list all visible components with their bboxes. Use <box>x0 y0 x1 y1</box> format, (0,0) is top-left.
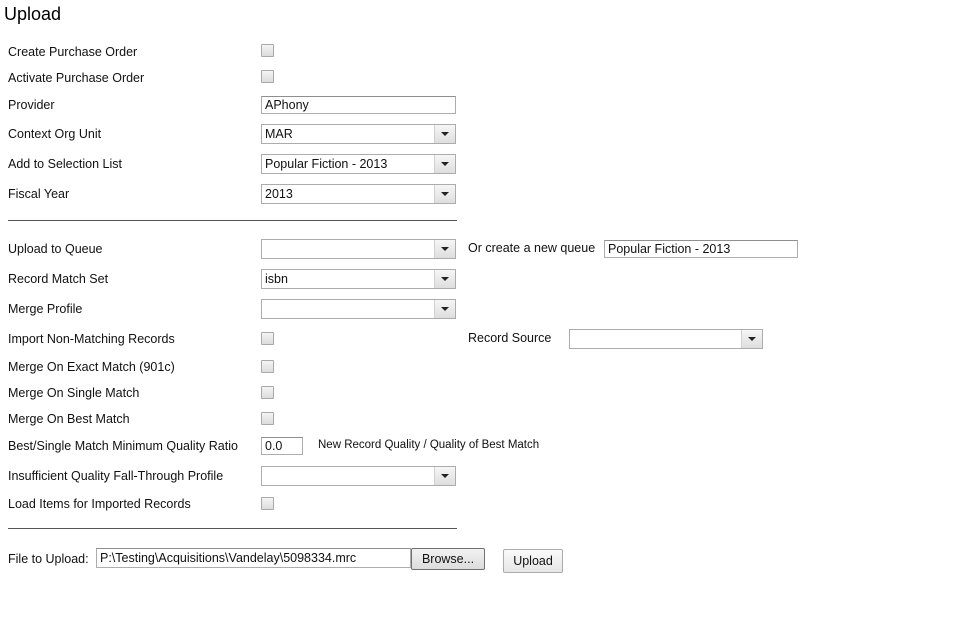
fallthrough-label: Insufficient Quality Fall-Through Profil… <box>8 469 224 483</box>
fiscal-year-label: Fiscal Year <box>8 187 70 201</box>
upload-queue-select[interactable] <box>261 239 456 259</box>
upload-button[interactable]: Upload <box>503 549 563 573</box>
match-set-label: Record Match Set <box>8 272 109 286</box>
new-queue-input[interactable]: Popular Fiction - 2013 <box>604 240 798 258</box>
context-org-label: Context Org Unit <box>8 127 102 141</box>
chevron-down-icon[interactable] <box>434 240 455 258</box>
merge-exact-checkbox[interactable] <box>261 360 274 373</box>
chevron-down-icon[interactable] <box>741 330 762 348</box>
merge-single-label: Merge On Single Match <box>8 386 140 400</box>
chevron-down-icon[interactable] <box>434 185 455 203</box>
merge-best-checkbox[interactable] <box>261 412 274 425</box>
create-po-checkbox[interactable] <box>261 44 274 57</box>
browse-button[interactable]: Browse... <box>411 548 485 570</box>
record-source-select[interactable] <box>569 329 763 349</box>
import-non-matching-label: Import Non-Matching Records <box>8 332 175 346</box>
load-items-label: Load Items for Imported Records <box>8 497 191 511</box>
context-org-select[interactable]: MAR <box>261 124 456 144</box>
quality-ratio-input[interactable]: 0.0 <box>261 437 303 455</box>
activate-po-checkbox[interactable] <box>261 70 274 83</box>
page-title: Upload <box>4 4 62 24</box>
file-upload-label: File to Upload: <box>8 552 89 566</box>
record-source-label: Record Source <box>468 331 552 345</box>
match-set-value: isbn <box>265 272 288 286</box>
match-set-select[interactable]: isbn <box>261 269 456 289</box>
selection-list-label: Add to Selection List <box>8 157 122 171</box>
provider-input[interactable]: APhony <box>261 96 456 114</box>
new-queue-label: Or create a new queue <box>468 241 596 255</box>
activate-po-label: Activate Purchase Order <box>8 71 145 85</box>
fallthrough-select[interactable] <box>261 466 456 486</box>
fiscal-year-select[interactable]: 2013 <box>261 184 456 204</box>
merge-profile-label: Merge Profile <box>8 302 83 316</box>
fiscal-year-value: 2013 <box>265 187 293 201</box>
file-path-input[interactable]: P:\Testing\Acquisitions\Vandelay\5098334… <box>96 548 411 568</box>
merge-single-checkbox[interactable] <box>261 386 274 399</box>
chevron-down-icon[interactable] <box>434 155 455 173</box>
quality-ratio-label: Best/Single Match Minimum Quality Ratio <box>8 439 238 453</box>
load-items-checkbox[interactable] <box>261 497 274 510</box>
chevron-down-icon[interactable] <box>434 270 455 288</box>
selection-list-select[interactable]: Popular Fiction - 2013 <box>261 154 456 174</box>
context-org-value: MAR <box>265 127 293 141</box>
selection-list-value: Popular Fiction - 2013 <box>265 157 388 171</box>
section-divider <box>8 220 457 221</box>
chevron-down-icon[interactable] <box>434 125 455 143</box>
merge-profile-select[interactable] <box>261 299 456 319</box>
chevron-down-icon[interactable] <box>434 467 455 485</box>
upload-queue-label: Upload to Queue <box>8 242 103 256</box>
chevron-down-icon[interactable] <box>434 300 455 318</box>
merge-exact-label: Merge On Exact Match (901c) <box>8 360 175 374</box>
create-po-label: Create Purchase Order <box>8 45 138 59</box>
import-non-matching-checkbox[interactable] <box>261 332 274 345</box>
section-divider <box>8 528 457 529</box>
merge-best-label: Merge On Best Match <box>8 412 130 426</box>
provider-label: Provider <box>8 98 55 112</box>
quality-ratio-hint: New Record Quality / Quality of Best Mat… <box>318 439 540 451</box>
